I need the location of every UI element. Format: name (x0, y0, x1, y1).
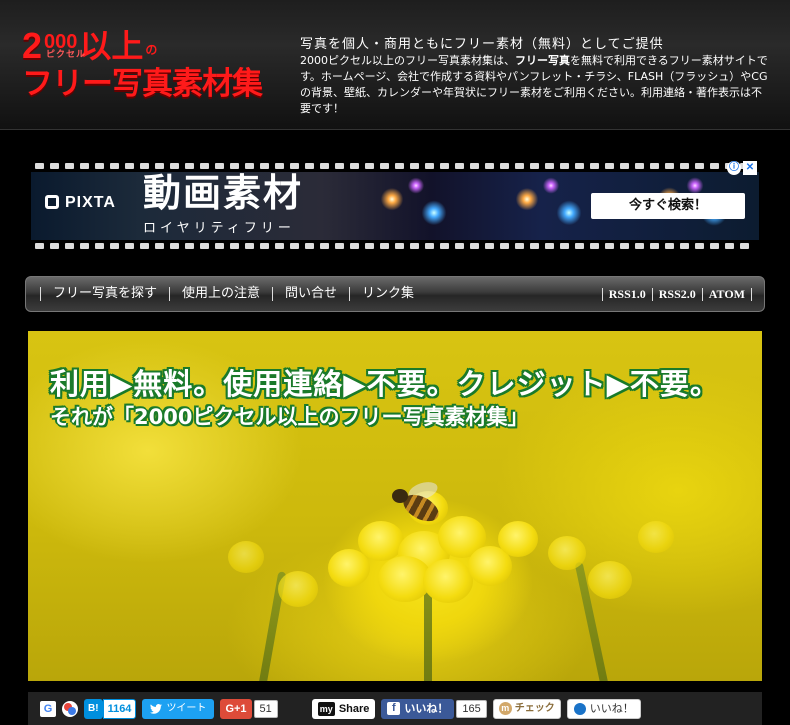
description-pre: 2000ピクセル以上のフリー写真素材集は、 (300, 54, 515, 67)
logo-ijo: 以上 (79, 27, 144, 65)
ad-brand: PIXTA (45, 195, 116, 211)
logo-pixel-reading: ピクセル (46, 49, 87, 59)
feed-link-rss1[interactable]: RSS1.0 (601, 287, 652, 301)
social-share-bar: G B! 1164 ツイート G+1 51 my Share f いいね！ 16… (28, 692, 762, 725)
film-strip-bottom (31, 241, 759, 251)
flower-blossom (638, 521, 674, 553)
hero-headline: 利用▶無料。使用連絡▶不要。クレジット▶不要。 (50, 367, 720, 401)
mixi-icon: m (498, 702, 512, 715)
logo-line1: 2 000 ピクセル 以上 の (22, 25, 158, 66)
hatena-count: 1164 (102, 698, 137, 719)
site-header: 2 000 ピクセル 以上 の フリー写真素材集 写真を個人・商用ともにフリー素… (0, 0, 790, 130)
site-description: 2000ピクセル以上のフリー写真素材集は、フリー写真を無料で利用できるフリー素材… (300, 53, 770, 117)
logo-zeros: 000 ピクセル (44, 32, 85, 64)
flower-blossom (328, 549, 370, 587)
nav-feeds: RSS1.0 RSS2.0 ATOM (601, 287, 764, 301)
hero-banner: 利用▶無料。使用連絡▶不要。クレジット▶不要。 それが「2000ピクセル以上のフ… (28, 331, 762, 681)
hatena-bookmark-button[interactable]: B! 1164 (84, 698, 137, 719)
logo-no: の (145, 43, 158, 57)
main-nav: フリー写真を探す 使用上の注意 問い合せ リンク集 RSS1.0 RSS2.0 … (25, 276, 765, 312)
ad-search-button[interactable]: 今すぐ検索！ (591, 193, 745, 219)
gplus-count: 51 (253, 699, 278, 718)
facebook-icon: f (387, 702, 401, 715)
tweet-button[interactable]: ツイート (142, 698, 215, 719)
tweet-label: ツイート (166, 702, 207, 714)
site-tagline: 写真を個人・商用ともにフリー素材（無料）としてご提供 (300, 37, 664, 52)
nav-item-search-photos[interactable]: フリー写真を探す (40, 287, 169, 301)
feed-link-atom[interactable]: ATOM (701, 287, 752, 301)
clip-icon (64, 702, 76, 715)
nav-links: フリー写真を探す 使用上の注意 問い合せ リンク集 (26, 287, 602, 301)
description-bold: フリー写真 (515, 54, 570, 67)
facebook-like-count: 165 (456, 699, 487, 718)
flower-blossom (548, 536, 586, 570)
flower-blossom (228, 541, 264, 573)
facebook-like-button[interactable]: f いいね！ 165 (381, 698, 487, 719)
gplus-label: G+1 (220, 698, 252, 719)
myshare-icon: my (317, 701, 335, 716)
ad-brand-label: PIXTA (65, 194, 116, 211)
ad-subtitle: ロイヤリティフリー (143, 221, 295, 236)
flower-blossom (588, 561, 632, 599)
livedoor-clip-icon[interactable] (62, 700, 78, 717)
facebook-like-label: f いいね！ (381, 698, 455, 719)
nav-item-usage-notes[interactable]: 使用上の注意 (169, 287, 272, 301)
ad-title: 動画素材 (143, 171, 304, 215)
hero-subheadline: それが「2000ピクセル以上のフリー写真素材集」 (50, 405, 529, 429)
logo-digit: 2 (22, 25, 43, 66)
ad-sparkle-image (356, 172, 476, 240)
hatena-label: B! (84, 698, 103, 719)
myshare-button[interactable]: my Share (311, 698, 376, 719)
iine-icon (573, 702, 586, 715)
site-logo[interactable]: 2 000 ピクセル 以上 の フリー写真素材集 (22, 26, 282, 106)
feed-link-rss2[interactable]: RSS2.0 (651, 287, 702, 301)
flower-blossom (278, 571, 318, 607)
logo-line2: フリー写真素材集 (22, 66, 263, 102)
facebook-like-text: いいね！ (404, 702, 449, 715)
mixi-check-label: チェック (514, 702, 555, 714)
google-plus-button[interactable]: G+1 51 (220, 698, 278, 719)
flower-blossom (423, 559, 473, 603)
ad-banner[interactable]: PIXTA 動画素材 ロイヤリティフリー 今すぐ検索！ ⓘ ✕ (31, 161, 759, 251)
film-strip-top (31, 161, 759, 171)
iine-label: いいね！ (589, 702, 634, 715)
nav-item-links[interactable]: リンク集 (349, 287, 426, 301)
mixi-check-button[interactable]: m チェック (492, 698, 561, 719)
google-bookmark-icon[interactable]: G (40, 700, 56, 717)
bee-head (392, 489, 408, 503)
pixta-logo-icon (45, 195, 59, 209)
flower-blossom (498, 521, 538, 557)
bee-image (386, 478, 448, 527)
myshare-label: Share (338, 702, 370, 715)
page: 2 000 ピクセル 以上 の フリー写真素材集 写真を個人・商用ともにフリー素… (0, 0, 790, 725)
twitter-bird-icon (150, 703, 163, 714)
ad-close-icon[interactable]: ✕ (743, 161, 757, 175)
nav-item-contact[interactable]: 問い合せ (272, 287, 349, 301)
mixi-iine-button[interactable]: いいね！ (566, 698, 641, 719)
ad-info-icon[interactable]: ⓘ (727, 161, 741, 175)
